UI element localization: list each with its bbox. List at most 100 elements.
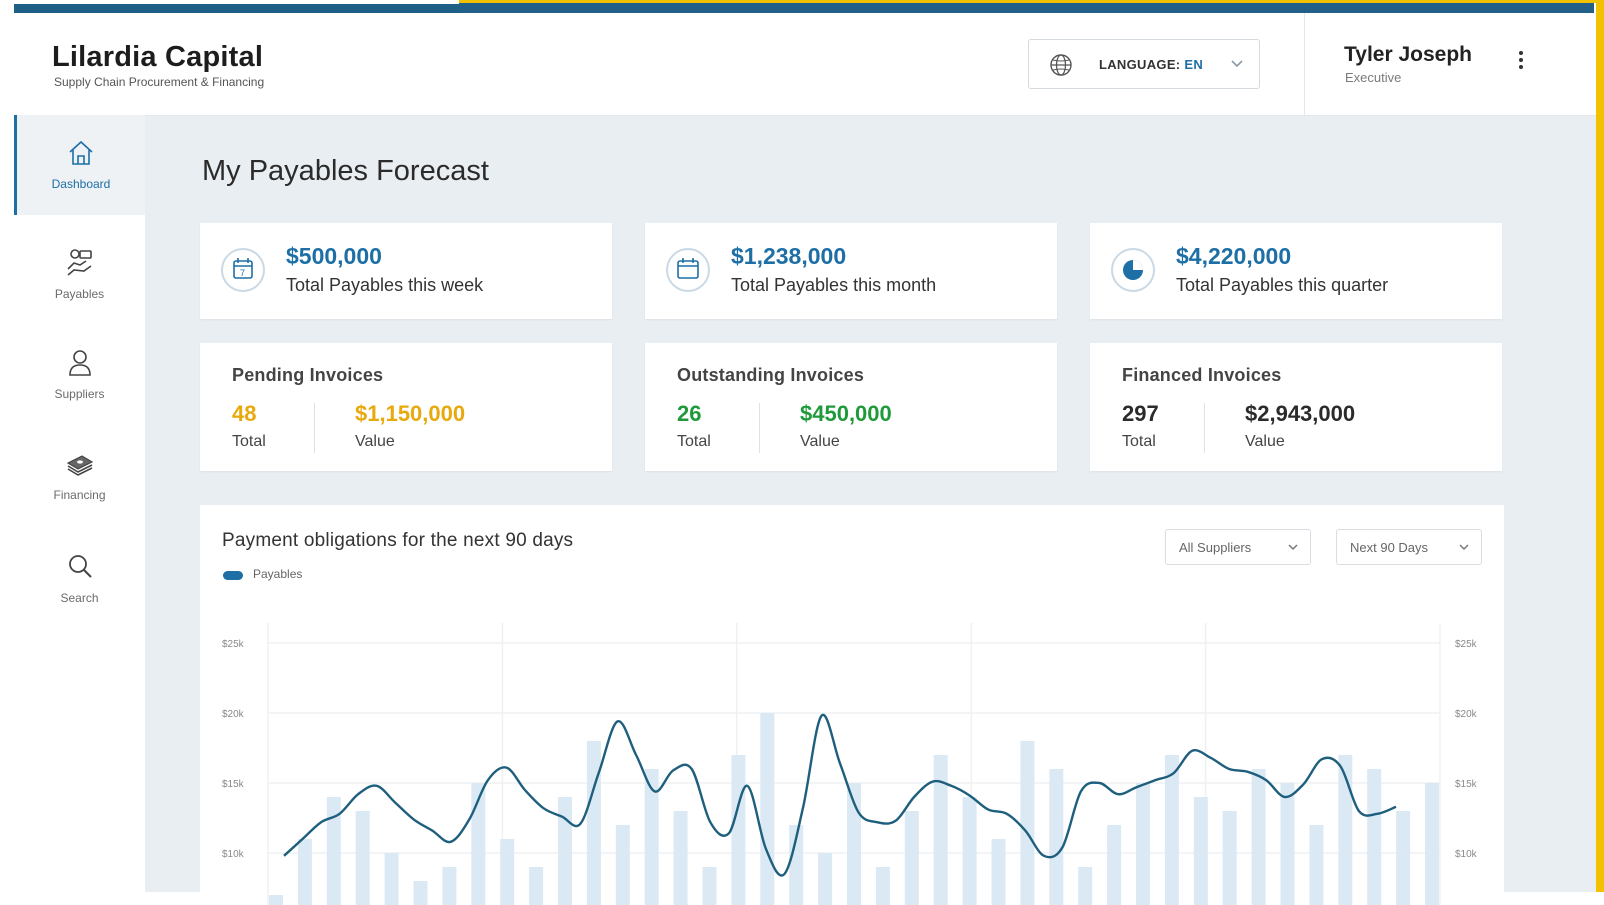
chart-bar xyxy=(991,839,1006,905)
sidebar-item-dashboard[interactable]: Dashboard xyxy=(14,115,145,215)
y-tick-label-right: $20k xyxy=(1455,709,1478,720)
sidebar-item-label: Suppliers xyxy=(54,387,105,401)
y-tick-label-left: $25k xyxy=(222,639,245,650)
more-options-icon[interactable] xyxy=(1514,49,1528,75)
dropdown-value: Next 90 Days xyxy=(1350,540,1429,555)
invoice-card-title: Financed Invoices xyxy=(1122,365,1282,385)
invoice-value-label: Value xyxy=(1245,433,1285,450)
chart-bar xyxy=(673,811,688,905)
invoice-count-label: Total xyxy=(232,433,266,450)
payment-obligations-chart-card: Payment obligations for the next 90 days… xyxy=(200,505,1504,905)
sidebar-item-label: Search xyxy=(60,591,99,605)
chart-bar xyxy=(269,895,283,905)
chart-bar xyxy=(615,825,630,905)
invoice-value-label: Value xyxy=(355,433,395,450)
chart-bar xyxy=(1367,769,1382,905)
invoice-value: $2,943,000 xyxy=(1245,401,1356,426)
chart-bar xyxy=(962,797,977,905)
user-name[interactable]: Tyler Joseph xyxy=(1344,43,1472,67)
chevron-down-icon xyxy=(1459,544,1469,551)
home-icon xyxy=(69,140,93,165)
sidebar-item-financing[interactable]: Financing xyxy=(14,426,145,526)
payables-icon xyxy=(66,249,92,276)
invoice-card-pending[interactable]: Pending Invoices 48 Total $1,150,000 Val… xyxy=(200,343,612,471)
chart-bar xyxy=(1425,783,1439,905)
chart-bar xyxy=(731,755,746,905)
svg-text:7: 7 xyxy=(240,268,245,278)
chart-bar xyxy=(1280,783,1295,905)
y-tick-label-right: $25k xyxy=(1455,639,1478,650)
brand-title[interactable]: Lilardia Capital xyxy=(52,41,263,74)
y-tick-label-left: $15k xyxy=(222,779,245,790)
chart-bar xyxy=(760,713,775,905)
top-accent-bar xyxy=(14,4,459,13)
search-icon xyxy=(68,555,92,578)
chart-bar xyxy=(529,867,544,905)
invoice-count-label: Total xyxy=(677,433,711,450)
chart-bar xyxy=(1049,769,1064,905)
app-window: Lilardia Capital Supply Chain Procuremen… xyxy=(14,13,1596,905)
chart-bar xyxy=(1107,825,1122,905)
language-prefix: LANGUAGE: xyxy=(1099,57,1181,72)
range-filter-dropdown[interactable]: Next 90 Days xyxy=(1336,529,1482,565)
chart-bar xyxy=(355,811,370,905)
invoice-card-financed[interactable]: Financed Invoices 297 Total $2,943,000 V… xyxy=(1090,343,1502,471)
language-label: LANGUAGE: EN xyxy=(1099,57,1203,72)
header-divider xyxy=(1304,13,1305,115)
chart-bar xyxy=(1222,811,1237,905)
chart-bar xyxy=(875,867,890,905)
chart-title: Payment obligations for the next 90 days xyxy=(222,530,574,551)
chart-bar xyxy=(1396,811,1411,905)
invoice-card-title: Outstanding Invoices xyxy=(677,365,865,385)
chart-bar xyxy=(933,755,948,905)
right-gold-bar xyxy=(1596,0,1604,892)
chevron-down-icon xyxy=(1288,544,1298,551)
invoice-divider xyxy=(1204,403,1205,453)
total-card-month: $1,238,000 Total Payables this month xyxy=(645,223,1057,319)
money-stack-icon xyxy=(66,455,93,476)
sidebar-item-label: Dashboard xyxy=(51,177,111,191)
brand-subtitle: Supply Chain Procurement & Financing xyxy=(54,75,265,89)
chart-bar xyxy=(586,741,601,905)
y-tick-label-left: $10k xyxy=(222,849,245,860)
invoice-divider xyxy=(314,403,315,453)
chart-bar xyxy=(1193,797,1208,905)
chart-bar xyxy=(558,797,572,905)
chart-bar xyxy=(297,839,312,905)
invoice-count: 26 xyxy=(677,401,702,426)
chart-bar xyxy=(500,839,515,905)
chart-bar xyxy=(1136,783,1150,905)
chart-bar xyxy=(904,811,919,905)
chevron-down-icon xyxy=(1231,60,1243,68)
sidebar-item-payables[interactable]: Payables xyxy=(14,225,145,325)
total-card-quarter: $4,220,000 Total Payables this quarter xyxy=(1090,223,1502,319)
invoice-card-outstanding[interactable]: Outstanding Invoices 26 Total $450,000 V… xyxy=(645,343,1057,471)
dropdown-value: All Suppliers xyxy=(1179,540,1252,555)
language-selector[interactable]: LANGUAGE: EN xyxy=(1028,39,1260,89)
invoice-divider xyxy=(759,403,760,453)
globe-icon xyxy=(1050,54,1072,76)
total-amount: $1,238,000 xyxy=(731,243,847,269)
chart-bar xyxy=(1078,867,1093,905)
left-edge xyxy=(0,0,14,892)
total-amount: $4,220,000 xyxy=(1176,243,1292,269)
sidebar-item-suppliers[interactable]: Suppliers xyxy=(14,325,145,425)
language-code: EN xyxy=(1184,57,1204,72)
sidebar: Dashboard Payables Suppliers Financing S… xyxy=(14,115,145,892)
invoice-value: $1,150,000 xyxy=(355,401,466,426)
total-amount: $500,000 xyxy=(286,243,382,269)
invoice-card-title: Pending Invoices xyxy=(232,365,384,385)
invoice-value-label: Value xyxy=(800,433,840,450)
page-title: My Payables Forecast xyxy=(202,155,489,187)
invoice-count: 297 xyxy=(1122,401,1159,426)
sidebar-item-label: Financing xyxy=(53,488,106,502)
legend-swatch xyxy=(223,571,243,580)
sidebar-item-search[interactable]: Search xyxy=(14,529,145,629)
suppliers-filter-dropdown[interactable]: All Suppliers xyxy=(1165,529,1311,565)
chart-bar xyxy=(702,867,717,905)
y-tick-label-right: $15k xyxy=(1455,779,1478,790)
chart-bar xyxy=(384,853,399,905)
chart-bar xyxy=(1309,825,1324,905)
chart-bar xyxy=(1251,769,1266,905)
invoice-value: $450,000 xyxy=(800,401,892,426)
